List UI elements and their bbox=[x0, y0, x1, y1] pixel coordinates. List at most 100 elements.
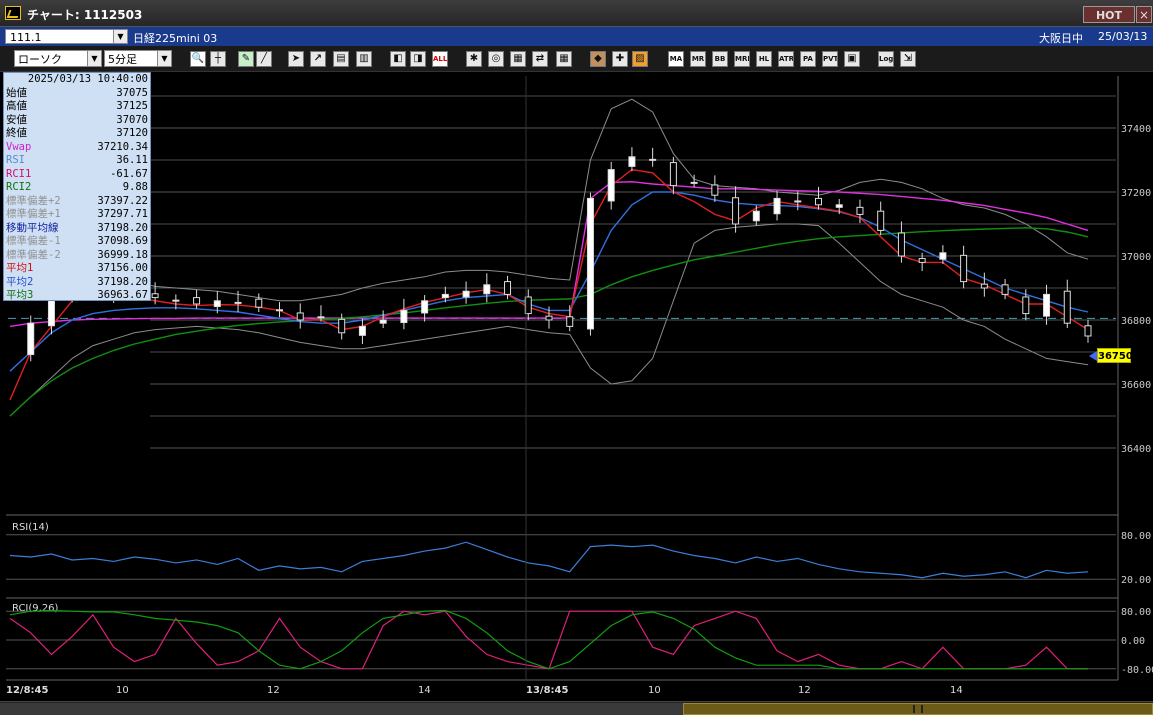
scrollbar-track[interactable] bbox=[0, 703, 683, 715]
instrument-name: 日経225mini 03 bbox=[133, 32, 218, 45]
info-value: 37098.69 bbox=[97, 235, 148, 247]
candle-body bbox=[276, 309, 283, 312]
candle-body bbox=[752, 210, 760, 222]
wrench-icon[interactable]: ✚ bbox=[612, 51, 628, 67]
info-label: RSI bbox=[6, 154, 25, 166]
info-value: 37156.00 bbox=[97, 262, 148, 274]
mre-icon[interactable]: MRE bbox=[734, 51, 750, 67]
pvt-icon[interactable]: PVT bbox=[822, 51, 838, 67]
rsi-panel-title: RSI(14) bbox=[12, 522, 49, 533]
candle-body bbox=[711, 184, 719, 196]
hot-button[interactable]: HOT bbox=[1083, 6, 1135, 23]
candle-body bbox=[317, 316, 325, 319]
pa-icon[interactable]: PA bbox=[800, 51, 816, 67]
settings-icon[interactable]: ✱ bbox=[466, 51, 482, 67]
candle-body bbox=[172, 299, 180, 302]
pen-icon[interactable]: ✎ bbox=[238, 51, 254, 67]
candle-body bbox=[1043, 293, 1051, 317]
candle-body bbox=[400, 309, 408, 324]
line-tool-icon[interactable]: ╱ bbox=[256, 51, 272, 67]
info-row: 移動平均線 37198.20 bbox=[4, 222, 150, 236]
info-value: 37198.20 bbox=[97, 221, 148, 234]
chevron-down-icon[interactable]: ▼ bbox=[157, 51, 171, 66]
mr-icon[interactable]: MR bbox=[690, 51, 706, 67]
time-tick-label: 12/8:45 bbox=[6, 685, 48, 696]
close-button[interactable]: × bbox=[1136, 6, 1152, 23]
candle-body bbox=[27, 322, 35, 356]
vwap-line bbox=[9, 181, 1089, 328]
candle-body bbox=[607, 169, 615, 202]
candle-body bbox=[586, 197, 594, 330]
interval-select[interactable]: 5分足 ▼ bbox=[104, 50, 172, 67]
ma-icon[interactable]: MA bbox=[668, 51, 684, 67]
search-icon[interactable]: ◎ bbox=[488, 51, 504, 67]
arrow-icon[interactable]: ↗ bbox=[310, 51, 326, 67]
hl-icon[interactable]: HL bbox=[756, 51, 772, 67]
info-label: 標準偏差+2 bbox=[6, 194, 61, 207]
info-row: RCI2 9.88 bbox=[4, 181, 150, 195]
delete-icon[interactable]: ▥ bbox=[356, 51, 372, 67]
info-row: RSI 36.11 bbox=[4, 154, 150, 168]
candle-body bbox=[628, 156, 636, 167]
candle-body bbox=[462, 290, 470, 298]
zoom-icon[interactable]: 🔍 bbox=[190, 51, 206, 67]
chart-area[interactable]: 37400 37200 37000 36800 36600 36400 RSI(14) 80… bbox=[0, 72, 1153, 715]
candle-body bbox=[379, 319, 387, 324]
time-tick-label: 10 bbox=[648, 685, 661, 696]
info-value: 37075 bbox=[116, 86, 148, 99]
cursor-icon[interactable]: ➤ bbox=[288, 51, 304, 67]
info-row: 標準偏差+2 37397.22 bbox=[4, 195, 150, 209]
symbol-value: 111.1 bbox=[10, 31, 42, 44]
compare-icon[interactable]: ⇄ bbox=[532, 51, 548, 67]
candle-body bbox=[732, 197, 740, 225]
box-icon[interactable]: ▣ bbox=[844, 51, 860, 67]
layout-icon[interactable]: ▦ bbox=[510, 51, 526, 67]
info-value: 36963.67 bbox=[97, 289, 148, 301]
candle-body bbox=[1063, 290, 1071, 324]
chart-type-select[interactable]: ローソク ▼ bbox=[14, 50, 102, 67]
candle-body bbox=[296, 312, 304, 321]
info-label: 終値 bbox=[6, 127, 27, 139]
bb-icon[interactable]: BB bbox=[712, 51, 728, 67]
atr-icon[interactable]: ATR bbox=[778, 51, 794, 67]
log-icon[interactable]: Log bbox=[878, 51, 894, 67]
current-price-arrow-icon bbox=[1089, 351, 1097, 361]
candle-body bbox=[649, 158, 657, 161]
info-label: 平均2 bbox=[6, 275, 34, 288]
copy-icon[interactable]: ▤ bbox=[333, 51, 349, 67]
ma-mid-line bbox=[9, 191, 1089, 372]
bar-right-icon[interactable]: ◨ bbox=[410, 51, 426, 67]
current-price-tag: 36750 bbox=[1097, 348, 1133, 363]
candle-body bbox=[918, 258, 926, 263]
title-bar[interactable]: チャート: 1112503 HOT × bbox=[0, 0, 1153, 27]
time-scrollbar[interactable] bbox=[0, 701, 1153, 715]
chevron-down-icon[interactable]: ▼ bbox=[113, 30, 127, 43]
palette-icon[interactable]: ◆ bbox=[590, 51, 606, 67]
export-icon[interactable]: ⇲ bbox=[900, 51, 916, 67]
info-row: 終値 37120 bbox=[4, 127, 150, 141]
candle-body bbox=[1022, 296, 1030, 315]
info-datetime: 2025/03/13 10:40:00 bbox=[4, 73, 150, 87]
info-value: 37198.20 bbox=[97, 275, 148, 288]
candle-body bbox=[939, 252, 947, 260]
color-icon[interactable]: ▨ bbox=[632, 51, 648, 67]
bar-left-icon[interactable]: ◧ bbox=[390, 51, 406, 67]
info-row: 高値 37125 bbox=[4, 100, 150, 114]
price-tick-label: 37200 bbox=[1121, 188, 1151, 199]
crosshair-icon[interactable]: ┼ bbox=[210, 51, 226, 67]
time-tick-label: 10 bbox=[116, 685, 129, 696]
bollinger-upper-line bbox=[9, 98, 1089, 302]
info-label: 標準偏差-2 bbox=[6, 248, 61, 261]
symbol-select[interactable]: 111.1 ▼ bbox=[5, 29, 128, 44]
toolbar: ローソク ▼ 5分足 ▼ 🔍 ┼ ✎ ╱ ➤ ↗ ▤ ▥ ◧ ◨ ALL ✱ ◎ ▦ ⇄ ▦ ◆ ✚ ▨ MA MR BB… bbox=[0, 46, 1153, 72]
all-icon[interactable]: ALL bbox=[432, 51, 448, 67]
price-tick-label: 36600 bbox=[1121, 380, 1151, 391]
info-label: 安値 bbox=[6, 113, 27, 126]
chevron-down-icon[interactable]: ▼ bbox=[87, 51, 101, 66]
grid-icon[interactable]: ▦ bbox=[556, 51, 572, 67]
candle-body bbox=[877, 210, 885, 231]
candle-body bbox=[234, 301, 242, 304]
time-tick-label: 14 bbox=[418, 685, 431, 696]
scrollbar-grip-icon[interactable] bbox=[913, 705, 923, 713]
candle-body bbox=[338, 318, 346, 334]
